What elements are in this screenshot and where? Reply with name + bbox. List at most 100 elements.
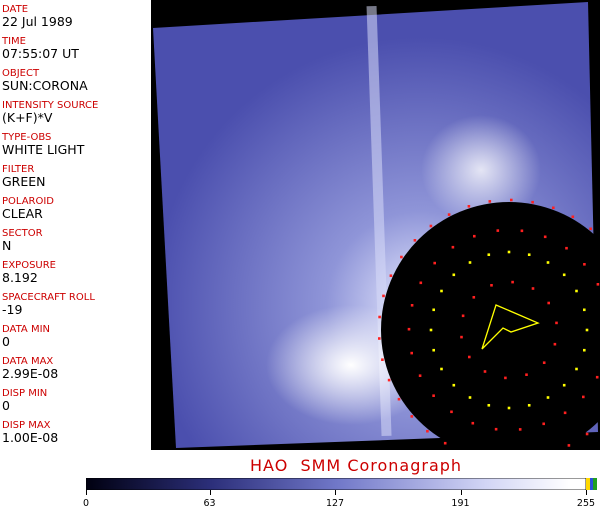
overlay-dot [542,422,545,426]
info-field-label: DISP MIN [2,388,48,399]
overlay-dot [473,234,476,238]
overlay-dot [432,394,435,397]
colorbar-tick-mark [86,490,87,495]
overlay-dot [565,246,568,250]
overlay-dot [575,289,578,293]
overlay-dot [595,375,599,379]
overlay-dot [389,274,393,277]
overlay-dot [452,273,456,277]
colorbar-tick-mark [209,490,211,495]
overlay-dot [575,367,578,371]
info-field-value: 22 Jul 1989 [2,14,73,29]
info-field: EXPOSURE 8.192 [2,260,150,285]
overlay-dot [452,383,456,387]
overlay-dot [589,227,592,231]
overlay-dot [542,361,546,364]
overlay-dot [461,314,465,318]
overlay-dot [527,404,531,407]
overlay-dot [451,245,455,249]
overlay-dot [504,376,507,380]
overlay-dot [378,337,381,340]
overlay-dot [440,289,443,293]
overlay-dot [583,263,586,266]
info-field: OBJECT SUN:CORONA [2,68,150,93]
colorbar-tick-mark [335,490,337,495]
overlay-dot [443,441,447,445]
overlay-dot [487,404,491,407]
overlay-dot [567,444,571,447]
overlay-dot [487,253,491,256]
info-field: FILTER GREEN [2,164,150,189]
info-field-value: 0 [2,334,10,349]
overlay-dot [407,327,411,331]
info-field-label: SPACECRAFT ROLL [2,292,95,303]
overlay-dot [432,308,435,312]
overlay-dot [397,397,401,401]
overlay-dot [468,261,472,264]
info-field-value: SUN:CORONA [2,78,88,93]
overlay-dot [450,410,453,414]
overlay-dot [596,283,600,286]
overlay-dot [583,308,586,312]
plot-title: HAO SMM Coronagraph [250,456,463,475]
info-field-value: 0 [2,398,10,413]
colorbar-tick-label: 63 [203,498,216,509]
overlay-dot [468,355,471,359]
overlay-dot [400,255,403,259]
overlay-dot [525,373,528,376]
info-field: POLAROID CLEAR [2,196,150,221]
overlay-dot [381,358,384,361]
overlay-dot [467,205,471,208]
colorbar-tick-label: 255 [576,498,596,509]
overlay-dot [418,374,422,377]
overlay-dot [520,229,524,233]
info-field-value: WHITE LIGHT [2,142,85,157]
overlay-dot [413,239,417,242]
info-field-value: 1.00E-08 [2,430,59,445]
overlay-dot [553,342,557,346]
overlay-dot [410,304,414,307]
info-field-value: 8.192 [2,270,38,285]
overlay-dot [410,415,414,418]
overlay-dot [496,229,500,232]
overlay-dot [507,406,511,410]
overlay-dot [387,378,391,382]
overlay-dot [429,328,433,332]
info-field: DATA MAX 2.99E-08 [2,356,150,381]
overlay-dot [426,429,429,433]
overlay-dot [468,396,472,399]
colorbar-tick-mark [460,490,462,495]
info-field: SPACECRAFT ROLL -19 [2,292,150,317]
info-field-value: -19 [2,302,23,317]
info-field: INTENSITY SOURCE (K+F)*V [2,100,150,125]
overlay-dot [447,213,451,216]
info-field-value: 2.99E-08 [2,366,59,381]
overlay-dot [543,235,547,239]
overlay-dot [582,395,585,399]
info-field: TYPE-OBS WHITE LIGHT [2,132,150,157]
overlay-dot [490,284,493,287]
overlay-dot [531,200,534,204]
info-field-value: GREEN [2,174,46,189]
coronagraph-svg [153,2,600,450]
overlay-dot [507,250,511,254]
overlay-dot [440,367,443,371]
overlay-dot [527,253,531,256]
overlay-dot [518,428,522,431]
info-panel: DATE 22 Jul 1989 TIME 07:55:07 UT OBJECT SUN:… [0,0,152,450]
colorbar-tick-label: 127 [325,498,345,509]
overlay-dot [585,328,589,332]
info-field-value: 07:55:07 UT [2,46,79,61]
overlay-dot [555,321,558,325]
overlay-dot [546,261,550,264]
colorbar [86,478,597,490]
overlay-dot [378,315,381,319]
info-field: DISP MAX 1.00E-08 [2,420,150,445]
overlay-dot [460,335,463,339]
info-field: DATE 22 Jul 1989 [2,4,150,29]
overlay-dot [510,198,513,202]
info-field: TIME 07:55:07 UT [2,36,150,61]
coronagraph-image[interactable] [151,0,600,450]
overlay-dot [471,421,475,425]
overlay-dot [563,411,567,415]
